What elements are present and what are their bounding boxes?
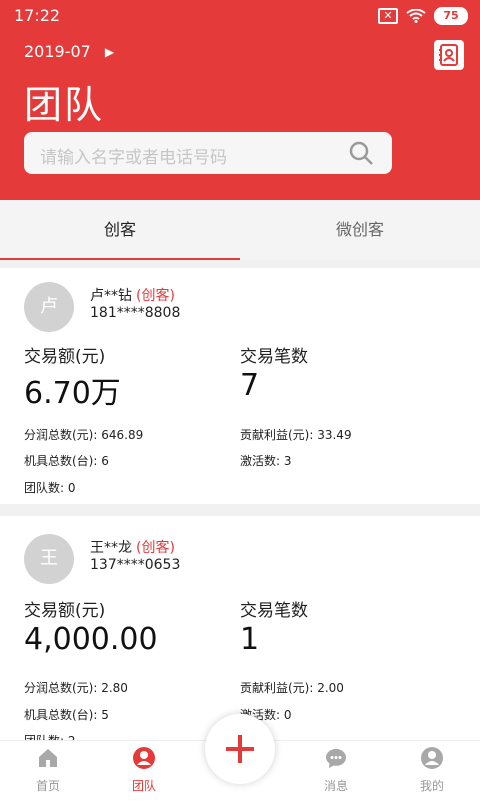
period-selector[interactable]: 2019-07 ▶ bbox=[24, 42, 114, 61]
nav-team[interactable]: 团队 bbox=[96, 741, 192, 801]
activation-count: 激活数: 3 bbox=[240, 454, 292, 468]
amount-label: 交易额(元) bbox=[24, 347, 106, 367]
amount-value: 4,000.00 bbox=[24, 622, 158, 657]
header: 17:22 ✕ 75 2019-07 ▶ 团队 请输入名字或者电话号码 bbox=[0, 0, 480, 200]
member-card[interactable]: 卢 卢**钻 (创客) 181****8808 交易额(元) 6.70万 交易笔数… bbox=[0, 268, 480, 504]
member-role: (创客) bbox=[136, 288, 175, 304]
no-sim-icon: ✕ bbox=[378, 8, 398, 24]
count-label: 交易笔数 bbox=[240, 601, 308, 621]
contacts-button[interactable] bbox=[434, 40, 464, 70]
member-name: 王**龙 bbox=[90, 540, 132, 556]
play-arrow-icon: ▶ bbox=[104, 44, 115, 59]
nav-mine[interactable]: 我的 bbox=[384, 741, 480, 801]
nav-mine-label: 我的 bbox=[419, 779, 444, 793]
battery-indicator: 75 bbox=[434, 7, 468, 25]
active-tab-indicator bbox=[0, 258, 240, 260]
profile-icon bbox=[421, 747, 443, 769]
contribution: 贡献利益(元): 33.49 bbox=[240, 428, 352, 442]
home-icon bbox=[39, 749, 57, 767]
contact-book-icon bbox=[439, 44, 458, 66]
message-icon bbox=[326, 749, 346, 768]
tab-bar: 创客 微创客 bbox=[0, 200, 480, 260]
count-value: 7 bbox=[240, 368, 260, 403]
search-icon[interactable] bbox=[348, 140, 374, 166]
nav-messages[interactable]: 消息 bbox=[288, 741, 384, 801]
device-total: 机具总数(台): 6 bbox=[24, 454, 109, 468]
profit-total: 分润总数(元): 646.89 bbox=[24, 428, 144, 442]
team-count: 团队数: 0 bbox=[24, 481, 76, 495]
nav-team-label: 团队 bbox=[131, 779, 156, 793]
search-placeholder: 请输入名字或者电话号码 bbox=[40, 148, 227, 168]
contribution: 贡献利益(元): 2.00 bbox=[240, 681, 344, 695]
amount-label: 交易额(元) bbox=[24, 601, 106, 621]
member-phone: 137****0653 bbox=[90, 557, 181, 573]
search-input[interactable]: 请输入名字或者电话号码 bbox=[24, 132, 392, 174]
count-label: 交易笔数 bbox=[240, 347, 308, 367]
nav-home-label: 首页 bbox=[35, 779, 60, 793]
period-value: 2019-07 bbox=[24, 42, 91, 61]
plus-icon bbox=[226, 735, 254, 763]
page-title: 团队 bbox=[24, 83, 105, 127]
member-name-line: 卢**钻 (创客) bbox=[90, 285, 175, 305]
team-icon bbox=[133, 747, 155, 769]
member-role: (创客) bbox=[136, 540, 175, 556]
add-button[interactable] bbox=[205, 714, 275, 784]
profit-total: 分润总数(元): 2.80 bbox=[24, 681, 128, 695]
status-icons: ✕ 75 bbox=[378, 7, 468, 25]
tab-micro-maker[interactable]: 微创客 bbox=[240, 200, 480, 260]
member-name: 卢**钻 bbox=[90, 288, 132, 304]
avatar: 王 bbox=[24, 534, 74, 584]
member-phone: 181****8808 bbox=[90, 305, 181, 321]
member-card[interactable]: 王 王**龙 (创客) 137****0653 交易额(元) 4,000.00 交… bbox=[0, 516, 480, 748]
count-value: 1 bbox=[240, 622, 260, 657]
member-name-line: 王**龙 (创客) bbox=[90, 537, 175, 557]
nav-messages-label: 消息 bbox=[323, 779, 348, 793]
wifi-icon bbox=[406, 9, 426, 23]
status-time: 17:22 bbox=[14, 6, 61, 25]
status-bar: 17:22 ✕ 75 bbox=[0, 0, 480, 32]
nav-home[interactable]: 首页 bbox=[0, 741, 96, 801]
avatar: 卢 bbox=[24, 282, 74, 332]
tab-maker[interactable]: 创客 bbox=[0, 200, 240, 260]
device-total: 机具总数(台): 5 bbox=[24, 708, 109, 722]
amount-value: 6.70万 bbox=[24, 376, 121, 411]
